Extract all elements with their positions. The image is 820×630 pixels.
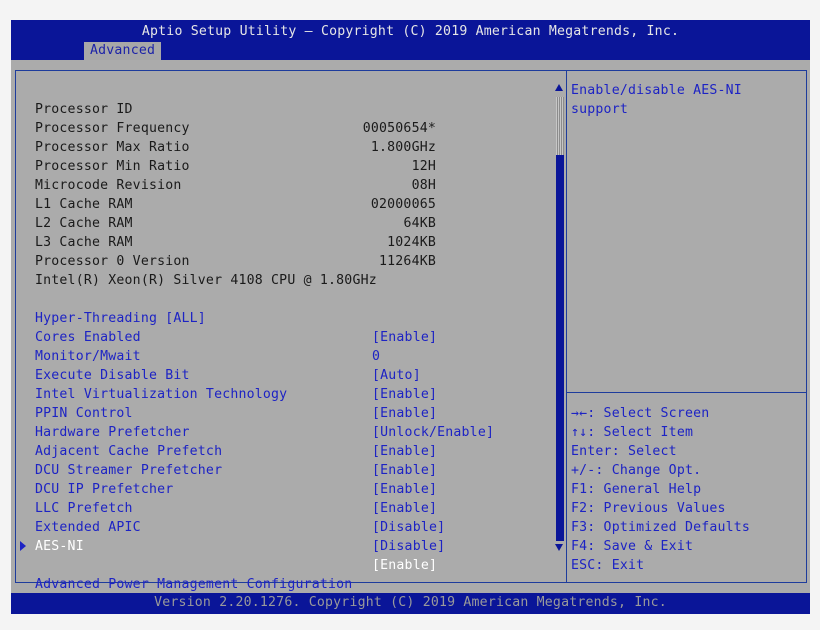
- processor-version-value: Intel(R) Xeon(R) Silver 4108 CPU @ 1.80G…: [16, 252, 556, 288]
- info-row-l3-cache: L3 Cache RAM 11264KB: [16, 214, 556, 269]
- info-row-l2-cache: L2 Cache RAM 1024KB: [16, 195, 556, 250]
- setting-intel-virtualization[interactable]: Intel Virtualization Technology [Enable]: [16, 366, 556, 421]
- key-save-exit: F4: Save & Exit: [571, 539, 694, 554]
- info-row-microcode: Microcode Revision 02000065: [16, 157, 556, 212]
- info-row-l1-cache: L1 Cache RAM 64KB: [16, 176, 556, 231]
- footer-bar: Version 2.20.1276. Copyright (C) 2019 Am…: [11, 593, 810, 614]
- tab-advanced[interactable]: Advanced: [84, 42, 162, 60]
- main-frame: Processor ID 00050654* Processor Frequen…: [11, 60, 810, 593]
- scrollbar-track[interactable]: [556, 97, 564, 541]
- setting-llc-prefetch[interactable]: LLC Prefetch [Disable]: [16, 480, 556, 535]
- submenu-label: Advanced Power Management Configuration: [35, 577, 353, 592]
- submenu-arrow-icon: [20, 541, 26, 551]
- setting-hardware-prefetcher[interactable]: Hardware Prefetcher [Enable]: [16, 404, 556, 459]
- key-select-item: ↑↓: Select Item: [571, 425, 694, 440]
- processor-version-label: Processor 0 Version: [16, 233, 556, 269]
- key-previous-values: F2: Previous Values: [571, 501, 726, 516]
- setting-monitor-mwait[interactable]: Monitor/Mwait [Auto]: [16, 328, 556, 383]
- setting-ppin-control[interactable]: PPIN Control [Unlock/Enable]: [16, 385, 556, 440]
- submenu-advanced-power-management[interactable]: Advanced Power Management Configuration: [16, 537, 556, 592]
- help-text-line: Enable/disable AES-NI: [571, 83, 742, 98]
- setting-dcu-streamer-prefetcher[interactable]: DCU Streamer Prefetcher [Enable]: [16, 442, 556, 497]
- setting-value[interactable]: [Enable]: [372, 556, 437, 575]
- footer-version-text: Version 2.20.1276. Copyright (C) 2019 Am…: [154, 595, 667, 610]
- help-text-line: support: [571, 102, 628, 117]
- info-row-processor-frequency: Processor Frequency 1.800GHz: [16, 100, 556, 155]
- key-select-screen: →←: Select Screen: [571, 406, 710, 421]
- key-legend: →←: Select Screen ↑↓: Select Item Enter:…: [571, 404, 750, 575]
- setting-hyper-threading[interactable]: Hyper-Threading [ALL] [Enable]: [16, 290, 556, 345]
- settings-panel: Processor ID 00050654* Processor Frequen…: [15, 70, 567, 592]
- key-esc-exit: ESC: Exit: [571, 558, 645, 573]
- info-row-processor-id: Processor ID 00050654*: [16, 81, 556, 136]
- help-panel: Enable/disable AES-NI support →←: Select…: [566, 70, 807, 583]
- scroll-down-arrow-icon[interactable]: [555, 544, 563, 551]
- scrollbar-thumb[interactable]: [556, 97, 564, 155]
- setting-extended-apic[interactable]: Extended APIC [Disable]: [16, 499, 556, 554]
- help-divider: [567, 392, 806, 393]
- key-change-opt: +/-: Change Opt.: [571, 463, 702, 478]
- scroll-up-arrow-icon[interactable]: [555, 84, 563, 91]
- setting-adjacent-cache-prefetch[interactable]: Adjacent Cache Prefetch [Enable]: [16, 423, 556, 478]
- setting-execute-disable-bit[interactable]: Execute Disable Bit [Enable]: [16, 347, 556, 402]
- info-value: Intel(R) Xeon(R) Silver 4108 CPU @ 1.80G…: [35, 273, 377, 288]
- setting-aes-ni-selected[interactable]: AES-NI [Enable]: [16, 518, 556, 573]
- info-row-min-ratio: Processor Min Ratio 08H: [16, 138, 556, 193]
- app-title: Aptio Setup Utility – Copyright (C) 2019…: [141, 24, 680, 39]
- key-general-help: F1: General Help: [571, 482, 702, 497]
- title-bar: Aptio Setup Utility – Copyright (C) 2019…: [11, 20, 810, 60]
- info-row-max-ratio: Processor Max Ratio 12H: [16, 119, 556, 174]
- setting-cores-enabled[interactable]: Cores Enabled 0: [16, 309, 556, 364]
- setting-dcu-ip-prefetcher[interactable]: DCU IP Prefetcher [Enable]: [16, 461, 556, 516]
- key-optimized-defaults: F3: Optimized Defaults: [571, 520, 751, 535]
- key-enter-select: Enter: Select: [571, 444, 677, 459]
